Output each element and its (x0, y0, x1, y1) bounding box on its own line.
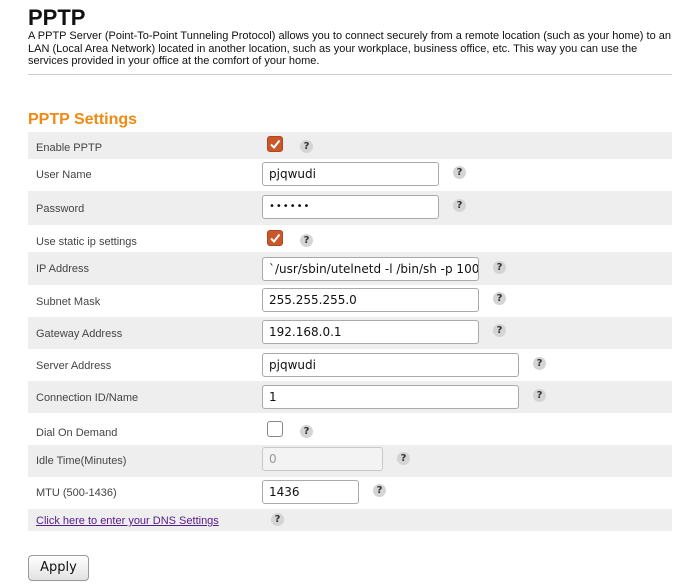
connection-id-input[interactable]: 1 (262, 385, 519, 409)
help-icon[interactable]: ? (493, 324, 506, 337)
help-icon[interactable]: ? (397, 452, 410, 465)
password-input[interactable]: •••••• (262, 195, 439, 219)
help-icon[interactable]: ? (300, 140, 313, 153)
checkmark-icon (270, 139, 281, 150)
row-dial-on-demand: Dial On Demand ? (28, 413, 672, 445)
help-icon[interactable]: ? (300, 234, 313, 247)
row-subnet-mask: Subnet Mask 255.255.255.0 ? (28, 285, 672, 317)
checkmark-icon (270, 233, 281, 244)
server-address-label: Server Address (36, 360, 112, 372)
server-address-input[interactable]: pjqwudi (262, 353, 519, 377)
help-icon[interactable]: ? (271, 513, 284, 526)
gateway-address-input[interactable]: 192.168.0.1 (262, 320, 479, 344)
password-label: Password (36, 203, 85, 215)
page-description: A PPTP Server (Point-To-Point Tunneling … (28, 30, 671, 67)
help-icon[interactable]: ? (493, 292, 506, 305)
subnet-mask-label: Subnet Mask (36, 296, 101, 308)
subnet-mask-input[interactable]: 255.255.255.0 (262, 288, 479, 312)
row-ip-address: IP Address `/usr/sbin/utelnetd -l /bin/s… (28, 252, 672, 285)
enable-pptp-label: Enable PPTP (36, 142, 103, 154)
row-idle-time: Idle Time(Minutes) 0 ? (28, 445, 672, 477)
help-icon[interactable]: ? (533, 389, 546, 402)
divider (28, 74, 672, 75)
dial-on-demand-checkbox[interactable] (267, 421, 283, 437)
enable-pptp-checkbox[interactable] (267, 136, 283, 152)
ip-address-label: IP Address (36, 263, 89, 275)
mtu-input[interactable]: 1436 (262, 480, 359, 504)
row-enable-pptp: Enable PPTP ? (28, 132, 672, 159)
dial-on-demand-label: Dial On Demand (36, 427, 118, 439)
user-name-input[interactable]: pjqwudi (262, 162, 439, 186)
help-icon[interactable]: ? (533, 357, 546, 370)
row-connection-id: Connection ID/Name 1 ? (28, 381, 672, 413)
help-icon[interactable]: ? (300, 425, 313, 438)
mtu-label: MTU (500-1436) (36, 487, 117, 499)
row-dns-settings: Click here to enter your DNS Settings ? (28, 509, 672, 531)
connection-id-label: Connection ID/Name (36, 392, 139, 404)
row-use-static-ip: Use static ip settings ? (28, 225, 672, 252)
idle-time-label: Idle Time(Minutes) (36, 455, 127, 467)
user-name-label: User Name (36, 169, 92, 181)
gateway-address-label: Gateway Address (36, 328, 123, 340)
ip-address-input[interactable]: `/usr/sbin/utelnetd -l /bin/sh -p 100 (262, 257, 479, 281)
idle-time-input[interactable]: 0 (262, 447, 383, 471)
section-title: PPTP Settings (28, 111, 138, 128)
dns-settings-link[interactable]: Click here to enter your DNS Settings (36, 515, 219, 527)
use-static-ip-checkbox[interactable] (267, 230, 283, 246)
row-mtu: MTU (500-1436) 1436 ? (28, 477, 672, 509)
row-gateway-address: Gateway Address 192.168.0.1 ? (28, 317, 672, 349)
row-user-name: User Name pjqwudi ? (28, 159, 672, 191)
row-password: Password •••••• ? (28, 191, 672, 225)
row-server-address: Server Address pjqwudi ? (28, 349, 672, 381)
help-icon[interactable]: ? (373, 484, 386, 497)
help-icon[interactable]: ? (453, 199, 466, 212)
help-icon[interactable]: ? (493, 261, 506, 274)
help-icon[interactable]: ? (453, 166, 466, 179)
use-static-ip-label: Use static ip settings (36, 236, 137, 248)
apply-button[interactable]: Apply (28, 555, 89, 581)
page-title: PPTP (28, 5, 86, 30)
